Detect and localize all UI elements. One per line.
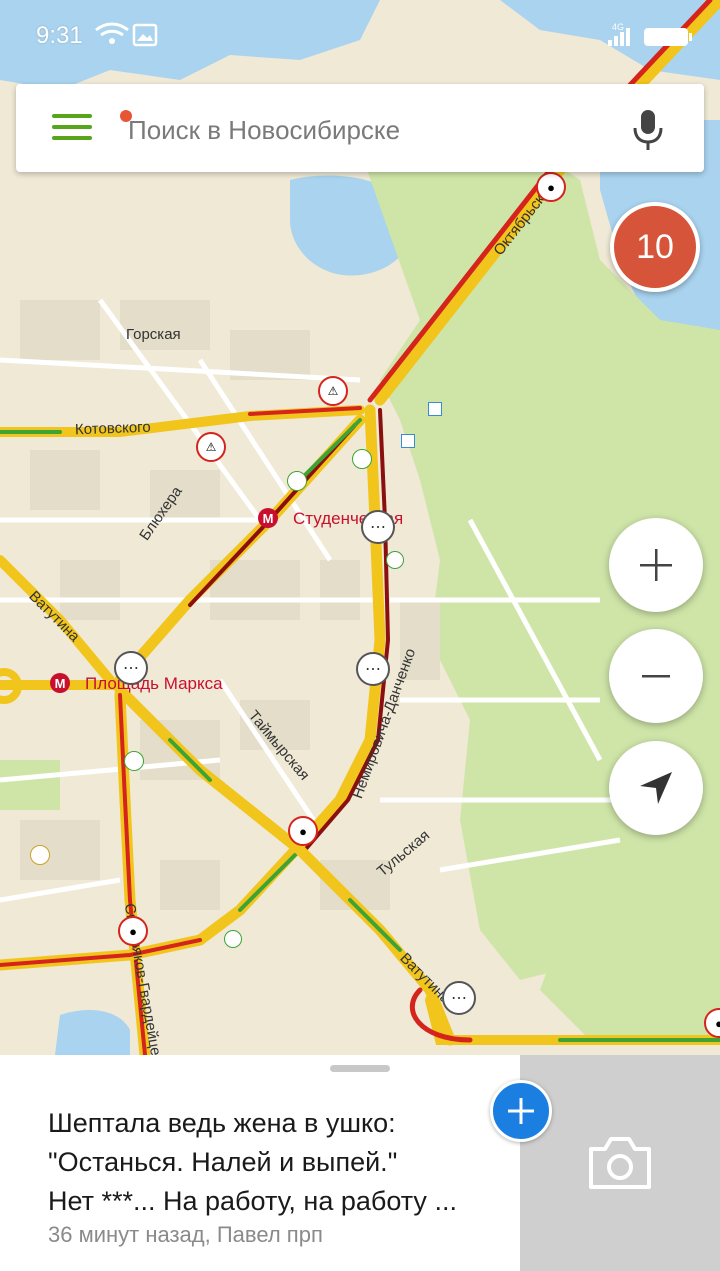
minus-icon [642,675,670,678]
camera-button[interactable] [520,1055,720,1271]
bus-stop-icon[interactable] [401,434,415,448]
accident-icon[interactable]: ⚠ [196,432,226,462]
traffic-camera-icon[interactable]: ● [288,816,318,846]
drag-handle[interactable] [330,1065,390,1072]
svg-text:4G: 4G [612,22,624,32]
zoom-out-button[interactable] [609,629,703,723]
poi-icon[interactable] [352,449,372,469]
story-line: Шептала ведь жена в ушко: [48,1108,396,1138]
plus-icon [508,1098,534,1124]
traffic-score-badge[interactable]: 10 [610,202,700,292]
story-line: Нет ***... На работу, на работу ... [48,1186,457,1216]
mic-icon[interactable] [628,108,668,152]
metro-icon: М [258,508,278,528]
story-text[interactable]: Шептала ведь жена в ушко: "Останься. Нал… [48,1104,508,1221]
add-story-button[interactable] [490,1080,552,1142]
zoom-in-button[interactable] [609,518,703,612]
metro-icon: М [50,673,70,693]
chat-bubble-icon[interactable]: ⋯ [442,981,476,1015]
plus-icon [640,549,672,581]
chat-bubble-icon[interactable]: ⋯ [356,652,390,686]
theater-icon[interactable] [30,845,50,865]
menu-icon[interactable] [52,110,132,142]
wifi-icon [92,22,162,55]
poi-icon[interactable] [287,471,307,491]
street-label-gorskaya: Горская [126,326,181,343]
status-time: 9:31 [36,22,83,49]
fuel-icon[interactable] [224,930,242,948]
search-bar [16,84,704,172]
accident-icon[interactable]: ⚠ [318,376,348,406]
shop-icon[interactable] [124,751,144,771]
chat-bubble-icon[interactable]: ⋯ [114,651,148,685]
street-label-kotovskogo: Котовского [74,418,151,439]
story-meta: 36 минут назад, Павел прп [48,1222,323,1247]
traffic-camera-icon[interactable]: ● [118,916,148,946]
locate-me-button[interactable] [609,741,703,835]
story-line: "Останься. Налей и выпей." [48,1147,398,1177]
search-input[interactable] [128,110,588,150]
status-bar: 9:31 4G [0,0,720,70]
camera-icon [589,1137,651,1189]
bus-stop-icon[interactable] [428,402,442,416]
traffic-camera-icon[interactable]: ● [536,172,566,202]
arrow-locate-icon [640,772,672,804]
signal-battery-icon: 4G [606,22,696,59]
chat-bubble-icon[interactable]: ⋯ [361,510,395,544]
metro-label-ploshad-marksa[interactable]: Площадь Маркса [85,674,223,694]
fuel-icon[interactable] [386,551,404,569]
